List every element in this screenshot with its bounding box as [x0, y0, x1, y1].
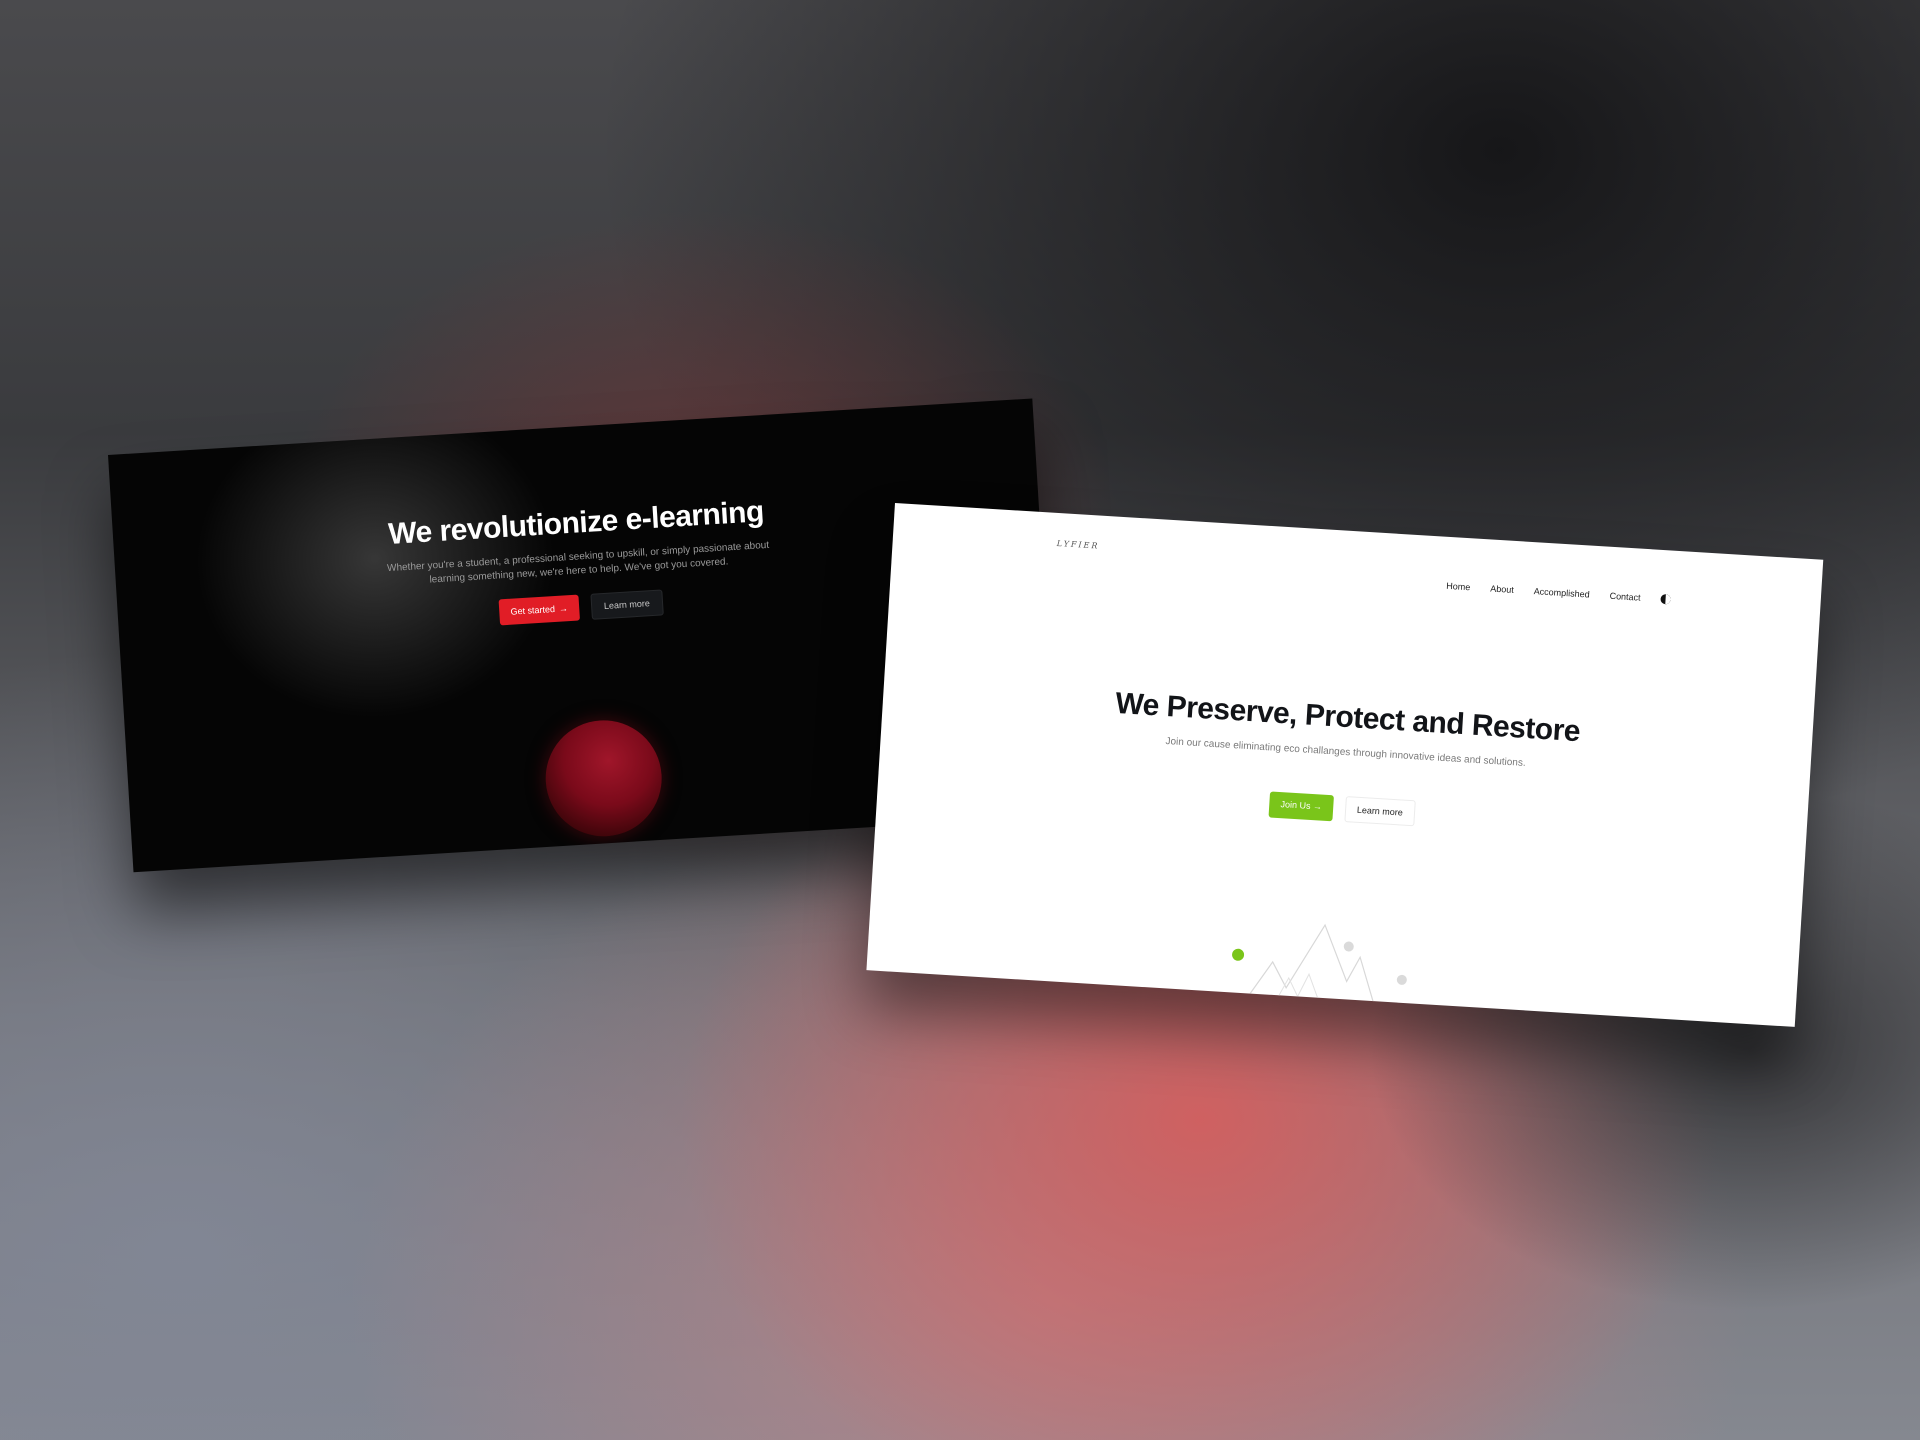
join-us-label: Join Us — [1280, 799, 1311, 811]
light-hero-buttons: Join Us → Learn more — [877, 768, 1807, 851]
top-navigation: Home About Accomplished Contact — [1446, 581, 1671, 605]
arrow-right-icon: → — [558, 603, 569, 614]
green-dot — [1232, 948, 1245, 961]
nav-item-about[interactable]: About — [1490, 584, 1514, 595]
arrow-right-icon: → — [1312, 801, 1323, 812]
nav-item-accomplished[interactable]: Accomplished — [1533, 586, 1590, 599]
get-started-button[interactable]: Get started → — [498, 594, 580, 626]
light-hero-section: We Preserve, Protect and Restore Join ou… — [877, 673, 1813, 851]
get-started-label: Get started — [510, 604, 556, 617]
theme-toggle-icon[interactable] — [1660, 593, 1671, 605]
brand-logo[interactable]: LYFIER — [1057, 539, 1100, 551]
red-globe-image — [542, 716, 666, 840]
nav-item-contact[interactable]: Contact — [1609, 591, 1641, 603]
gray-dot — [1396, 974, 1407, 985]
learn-more-button[interactable]: Learn more — [590, 589, 664, 620]
learn-more-button[interactable]: Learn more — [1344, 796, 1416, 827]
join-us-button[interactable]: Join Us → — [1268, 791, 1334, 822]
nav-item-home[interactable]: Home — [1446, 581, 1471, 592]
light-landing-page-mockup: LYFIER Home About Accomplished Contact W… — [866, 503, 1824, 1027]
gray-dot — [1343, 941, 1354, 952]
